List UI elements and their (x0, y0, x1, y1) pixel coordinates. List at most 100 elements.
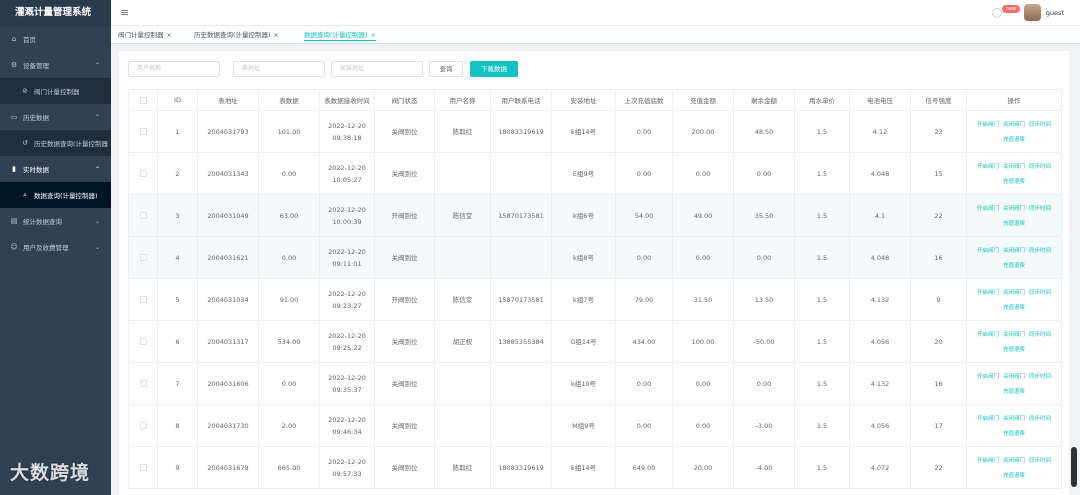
cell-signal: 9 (910, 278, 967, 321)
cell-addr: 2004031034 (197, 278, 259, 321)
sidebar-item-5[interactable]: ▮ 实时数据 ⌃ (0, 156, 111, 182)
tab-valve-controller[interactable]: 阀门计量控制器 × (118, 29, 172, 41)
cell-voltage: 4.056 (849, 404, 911, 447)
scrollbar[interactable] (1071, 447, 1077, 487)
table-row[interactable]: 3 2004031049 63.00 2022-12-20 10:00:39 开阀到位陈… (128, 194, 1062, 237)
notification-icon[interactable] (992, 8, 1002, 18)
sync-time-link[interactable]: 同步时间 (1029, 206, 1051, 212)
sidebar-item-2[interactable]: ⊘ 阀门计量控制器 (0, 78, 111, 104)
sync-time-link[interactable]: 同步时间 (1029, 164, 1051, 170)
sync-time-link[interactable]: 同步时间 (1029, 374, 1051, 380)
cell-phone: 18083319619 (490, 110, 552, 153)
close-icon[interactable]: × (274, 32, 279, 39)
table-row[interactable]: 6 2004031317 534.00 2022-12-20 09:25:22 关阀到位… (128, 320, 1062, 363)
cell-last: 649.00 (615, 446, 673, 489)
table-row[interactable]: 2 2004031343 0.00 2022-12-20 10:05:27 关阀到位 E组… (128, 152, 1062, 195)
close-icon[interactable]: × (371, 32, 376, 39)
refund-link[interactable]: 充值退费 (1003, 473, 1025, 479)
cell-user (434, 152, 491, 195)
row-checkbox[interactable] (139, 422, 147, 429)
avatar[interactable] (1024, 4, 1041, 21)
cell-loc: k组14号 (551, 446, 616, 489)
open-valve-link[interactable]: 开启阀门 (977, 374, 999, 380)
sync-time-link[interactable]: 同步时间 (1029, 248, 1051, 254)
row-checkbox[interactable] (139, 296, 147, 303)
sync-time-link[interactable]: 同步时间 (1029, 290, 1051, 296)
table-row[interactable]: 4 2004031621 0.00 2022-12-20 09:11:01 关阀到位 k组… (128, 236, 1062, 279)
sidebar-item-4[interactable]: ↺ 历史数据查询(计量控制器 (0, 130, 111, 156)
close-icon[interactable]: × (167, 32, 172, 39)
cell-signal: 16 (910, 236, 967, 279)
cell-user (434, 404, 491, 447)
cell-price: 1.5 (794, 152, 850, 195)
row-checkbox[interactable] (139, 338, 147, 345)
close-valve-link[interactable]: 关闭阀门 (1003, 164, 1025, 170)
sidebar-item-6[interactable]: ⌕ 数据查询(计量控制器) (0, 182, 111, 208)
cell-valve: 关阀到位 (374, 236, 435, 279)
open-valve-link[interactable]: 开启阀门 (977, 416, 999, 422)
hamburger-icon[interactable]: ≡ (120, 7, 129, 18)
sync-time-link[interactable]: 同步时间 (1029, 122, 1051, 128)
select-all-header[interactable] (128, 89, 158, 111)
cell-price: 1.5 (794, 236, 850, 279)
sidebar-item-7[interactable]: ▤ 统计数据查询 ⌄ (0, 208, 111, 234)
sidebar-item-1[interactable]: ⚙ 设备管理 ⌃ (0, 52, 111, 78)
download-button[interactable]: 下载数据 (470, 61, 518, 77)
close-valve-link[interactable]: 关闭阀门 (1003, 416, 1025, 422)
select-all-checkbox[interactable] (139, 96, 147, 104)
query-button[interactable]: 查询 (429, 61, 463, 77)
table-row[interactable]: 7 2004031606 0.00 2022-12-20 09:35:37 关阀到位 k组… (128, 362, 1062, 405)
refund-link[interactable]: 充值退费 (1003, 137, 1025, 143)
tab-data-query[interactable]: 数据查询(计量控制器) × (304, 29, 376, 41)
username[interactable]: guest (1046, 9, 1064, 17)
cell-phone (490, 362, 552, 405)
close-valve-link[interactable]: 关闭阀门 (1003, 206, 1025, 212)
row-checkbox[interactable] (139, 128, 147, 135)
close-valve-link[interactable]: 关闭阀门 (1003, 332, 1025, 338)
open-valve-link[interactable]: 开启阀门 (977, 122, 999, 128)
open-valve-link[interactable]: 开启阀门 (977, 248, 999, 254)
table-row[interactable]: 8 2004031730 2.00 2022-12-20 09:46:34 关阀到位 M组… (128, 404, 1062, 447)
row-checkbox[interactable] (139, 254, 147, 261)
refund-link[interactable]: 充值退费 (1003, 221, 1025, 227)
refund-link[interactable]: 充值退费 (1003, 179, 1025, 185)
open-valve-link[interactable]: 开启阀门 (977, 164, 999, 170)
sidebar-item-3[interactable]: ▭ 历史数据 ⌃ (0, 104, 111, 130)
table-row[interactable]: 5 2004031034 91.00 2022-12-20 09:23:27 开阀到位陈… (128, 278, 1062, 321)
refund-link[interactable]: 充值退费 (1003, 389, 1025, 395)
sidebar-item-0[interactable]: ⌂ 首页 (0, 26, 111, 52)
row-checkbox[interactable] (139, 464, 147, 471)
open-valve-link[interactable]: 开启阀门 (977, 290, 999, 296)
close-valve-link[interactable]: 关闭阀门 (1003, 122, 1025, 128)
open-valve-link[interactable]: 开启阀门 (977, 332, 999, 338)
actions-cell: 开启阀门 关闭阀门 同步时间充值退费 (966, 320, 1062, 363)
refund-link[interactable]: 充值退费 (1003, 347, 1025, 353)
user-icon: ☺ (10, 243, 18, 251)
sidebar-item-8[interactable]: ☺ 用户及收费管理 ⌄ (0, 234, 111, 260)
refund-link[interactable]: 充值退费 (1003, 305, 1025, 311)
row-checkbox[interactable] (139, 380, 147, 387)
actions-cell: 开启阀门 关闭阀门 同步时间充值退费 (966, 404, 1062, 447)
row-checkbox[interactable] (139, 212, 147, 219)
close-valve-link[interactable]: 关闭阀门 (1003, 248, 1025, 254)
tab-history-query[interactable]: 历史数据查询(计量控制器) × (194, 29, 279, 41)
sync-time-link[interactable]: 同步时间 (1029, 416, 1051, 422)
row-checkbox[interactable] (139, 170, 147, 177)
install-address-input[interactable]: 安装地址 (331, 61, 423, 77)
table-row[interactable]: 9 2004031678 665.00 2022-12-20 09:57:33 关阀到位… (128, 446, 1062, 489)
close-valve-link[interactable]: 关闭阀门 (1003, 290, 1025, 296)
cell-addr: 2004031317 (197, 320, 259, 363)
meter-address-input[interactable]: 表地址 (233, 61, 325, 77)
refund-link[interactable]: 充值退费 (1003, 431, 1025, 437)
sync-time-link[interactable]: 同步时间 (1029, 332, 1051, 338)
open-valve-link[interactable]: 开启阀门 (977, 206, 999, 212)
cell-signal: 20 (910, 320, 967, 363)
refund-link[interactable]: 充值退费 (1003, 263, 1025, 269)
cell-price: 1.5 (794, 362, 850, 405)
table-row[interactable]: 1 2004031793 101.00 2022-12-20 09:38:18 关阀到位… (128, 110, 1062, 153)
close-valve-link[interactable]: 关闭阀门 (1003, 374, 1025, 380)
open-valve-link[interactable]: 开启阀门 (977, 458, 999, 464)
close-valve-link[interactable]: 关闭阀门 (1003, 458, 1025, 464)
user-name-input[interactable]: 用户名称 (128, 61, 220, 77)
sync-time-link[interactable]: 同步时间 (1029, 458, 1051, 464)
